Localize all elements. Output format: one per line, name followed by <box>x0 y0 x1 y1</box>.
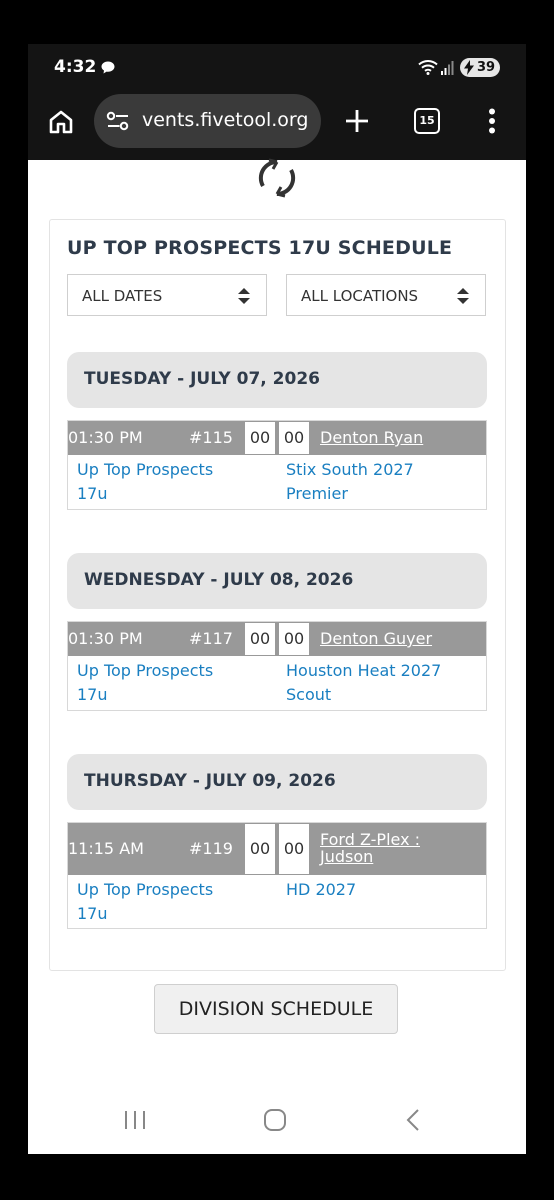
date-filter-select[interactable]: ALL DATES <box>67 274 267 316</box>
game-time: 11:15 AM <box>68 839 144 858</box>
more-options-icon[interactable] <box>488 108 496 134</box>
schedule-card: UP TOP PROSPECTS 17U SCHEDULE ALL DATES … <box>49 219 506 971</box>
game-number: #115 <box>189 428 233 447</box>
chat-bubble-icon <box>101 61 115 74</box>
day-header: TUESDAY - JULY 07, 2026 <box>67 352 487 408</box>
home-score: 00 <box>244 421 276 455</box>
game-time: 01:30 PM <box>68 428 143 447</box>
browser-toolbar: vents.fivetool.org 15 <box>28 94 526 160</box>
home-team-link[interactable]: Up Top Prospects 17u <box>77 659 247 707</box>
away-score: 00 <box>278 421 310 455</box>
game-row: 01:30 PM #117 00 00 Denton Guyer Up Top … <box>67 621 487 711</box>
away-team-link[interactable]: Houston Heat 2027 Scout <box>286 659 476 707</box>
home-button-icon[interactable] <box>263 1109 287 1131</box>
game-location-link[interactable]: Denton Guyer <box>320 630 432 647</box>
location-filter-value: ALL LOCATIONS <box>301 287 419 305</box>
away-team-link[interactable]: Stix South 2027 Premier <box>286 458 476 506</box>
status-bar: 4:32 39 <box>28 44 526 94</box>
system-nav-bar <box>28 1084 526 1154</box>
wifi-icon <box>418 59 438 75</box>
game-row: 01:30 PM #115 00 00 Denton Ryan Up Top P… <box>67 420 487 510</box>
day-header-text: TUESDAY - JULY 07, 2026 <box>84 369 320 389</box>
game-location-link[interactable]: Denton Ryan <box>320 429 423 446</box>
tab-switcher-button[interactable]: 15 <box>414 108 440 134</box>
battery-level: 39 <box>477 60 496 75</box>
home-team-link[interactable]: Up Top Prospects 17u <box>77 878 247 926</box>
select-arrows-icon <box>457 288 469 304</box>
schedule-title: UP TOP PROSPECTS 17U SCHEDULE <box>67 237 453 259</box>
division-schedule-button[interactable]: DIVISION SCHEDULE <box>154 984 398 1034</box>
day-header-text: THURSDAY - JULY 09, 2026 <box>84 771 336 791</box>
away-score: 00 <box>278 823 310 875</box>
date-filter-value: ALL DATES <box>82 287 163 305</box>
back-icon[interactable] <box>406 1109 420 1131</box>
home-score: 00 <box>244 823 276 875</box>
game-number: #119 <box>189 839 233 858</box>
location-filter-select[interactable]: ALL LOCATIONS <box>286 274 486 316</box>
address-bar[interactable]: vents.fivetool.org <box>94 94 321 148</box>
signal-icon <box>441 61 454 75</box>
battery-indicator: 39 <box>460 58 500 77</box>
away-team-link[interactable]: HD 2027 <box>286 878 476 902</box>
refresh-icon <box>258 158 296 198</box>
charging-bolt-icon <box>464 60 474 75</box>
status-time: 4:32 <box>54 57 97 77</box>
site-settings-icon[interactable] <box>106 110 130 132</box>
game-info-bar: 11:15 AM #119 00 00 Ford Z-Plex : Judson <box>68 823 486 875</box>
url-text[interactable]: vents.fivetool.org <box>142 109 308 131</box>
day-header: WEDNESDAY - JULY 08, 2026 <box>67 553 487 609</box>
game-info-bar: 01:30 PM #115 00 00 Denton Ryan <box>68 421 486 455</box>
game-info-bar: 01:30 PM #117 00 00 Denton Guyer <box>68 622 486 656</box>
select-arrows-icon <box>238 288 250 304</box>
recent-apps-icon[interactable] <box>124 1110 146 1130</box>
day-header: THURSDAY - JULY 09, 2026 <box>67 754 487 810</box>
game-time: 01:30 PM <box>68 629 143 648</box>
phone-screen: 4:32 39 vents.fivetool.org 15 UP TOP PRO… <box>28 44 526 1154</box>
home-team-link[interactable]: Up Top Prospects 17u <box>77 458 247 506</box>
new-tab-icon[interactable] <box>345 109 369 133</box>
home-icon[interactable] <box>48 109 74 135</box>
game-location-link[interactable]: Ford Z-Plex : Judson <box>320 831 440 865</box>
away-score: 00 <box>278 622 310 656</box>
game-row: 11:15 AM #119 00 00 Ford Z-Plex : Judson… <box>67 822 487 929</box>
home-score: 00 <box>244 622 276 656</box>
game-number: #117 <box>189 629 233 648</box>
day-header-text: WEDNESDAY - JULY 08, 2026 <box>84 570 354 590</box>
